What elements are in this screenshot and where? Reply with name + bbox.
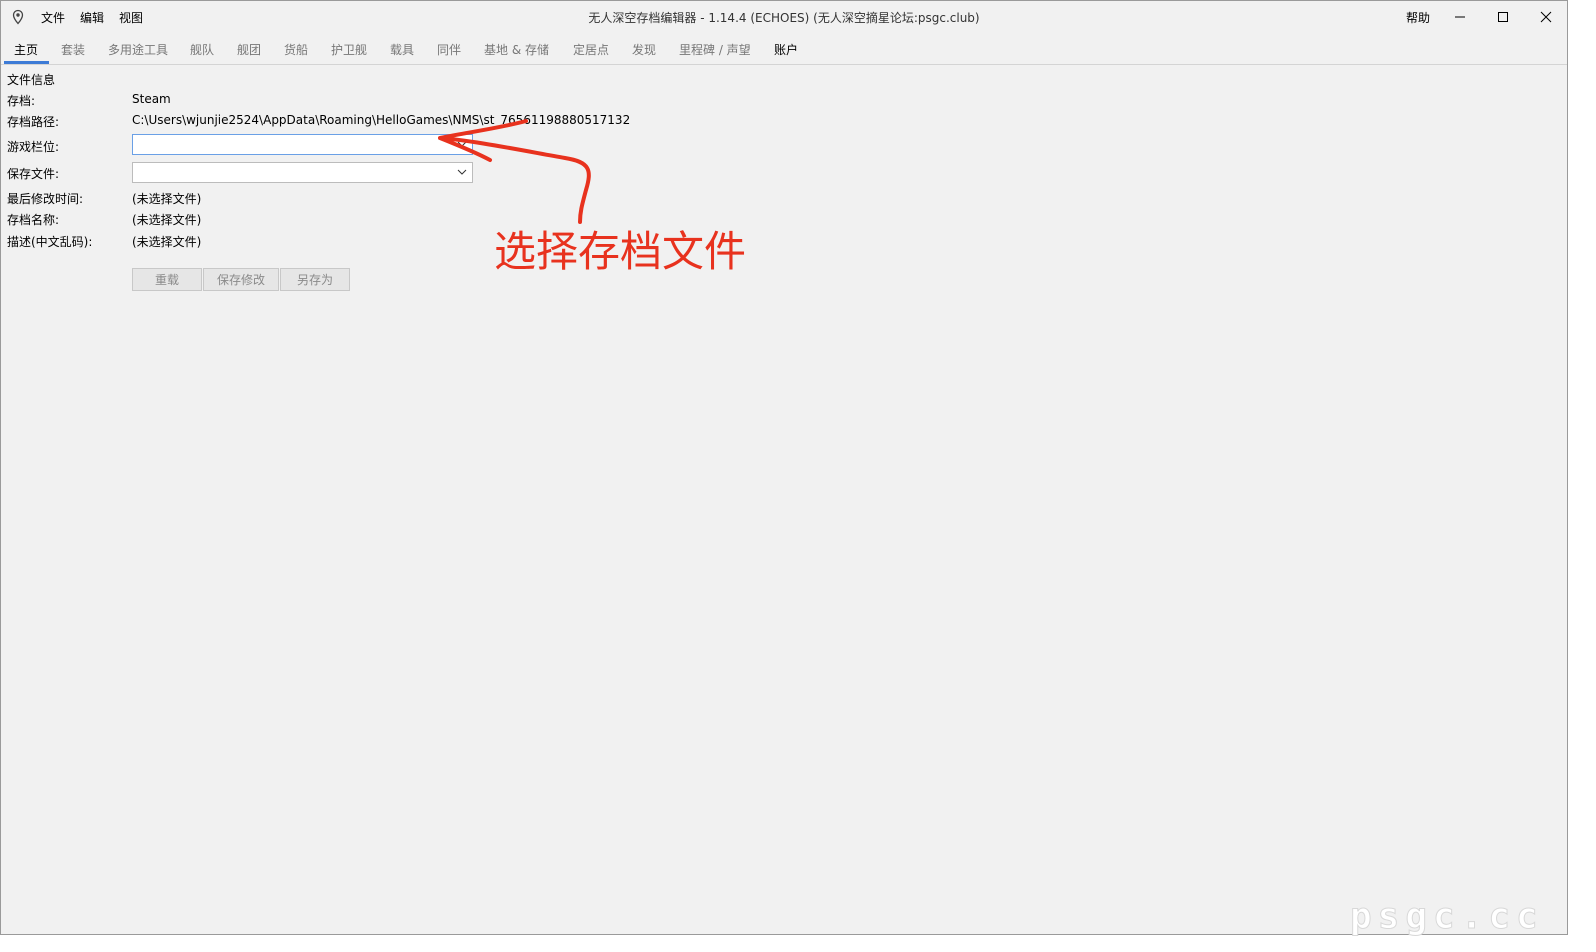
- save-label: 存档:: [7, 94, 36, 108]
- chevron-down-icon: [457, 169, 467, 175]
- tab-bar: 主页 套装 多用途工具 舰队 舰团 货船 护卫舰 载具 同伴 基地 & 存储 定…: [1, 33, 1567, 65]
- maximize-button[interactable]: [1481, 1, 1525, 33]
- slot-label: 游戏栏位:: [7, 140, 60, 154]
- annotation-label: 选择存档文件: [494, 227, 747, 276]
- slot-select[interactable]: [132, 134, 473, 155]
- save-as-button[interactable]: 另存为: [280, 268, 350, 291]
- window-title: 无人深空存档编辑器 - 1.14.4 (ECHOES) (无人深空摘星论坛:ps…: [588, 11, 980, 25]
- tab-squadron[interactable]: 舰团: [237, 41, 261, 58]
- chevron-down-icon: [457, 141, 467, 147]
- tab-vehicles[interactable]: 载具: [390, 41, 414, 58]
- save-value: Steam: [132, 92, 171, 106]
- tab-starships[interactable]: 舰队: [190, 41, 214, 58]
- tab-bases-storage[interactable]: 基地 & 存储: [484, 41, 549, 58]
- tab-companions[interactable]: 同伴: [437, 41, 461, 58]
- desc-value: (未选择文件): [132, 235, 202, 249]
- tab-milestones[interactable]: 里程碑 / 声望: [679, 41, 751, 58]
- section-title: 文件信息: [7, 73, 56, 87]
- name-label: 存档名称:: [7, 213, 60, 227]
- title-bar: 文件 编辑 视图 无人深空存档编辑器 - 1.14.4 (ECHOES) (无人…: [1, 1, 1567, 33]
- tab-settlements[interactable]: 定居点: [573, 41, 609, 58]
- savefile-select[interactable]: [132, 162, 473, 183]
- tab-multitool[interactable]: 多用途工具: [108, 41, 168, 58]
- path-label: 存档路径:: [7, 115, 60, 129]
- menu-help[interactable]: 帮助: [1406, 9, 1430, 26]
- desc-label: 描述(中文乱码):: [7, 235, 93, 249]
- tab-freighter[interactable]: 货船: [284, 41, 308, 58]
- tab-frigates[interactable]: 护卫舰: [331, 41, 367, 58]
- modified-value: (未选择文件): [132, 192, 202, 206]
- active-tab-indicator: [4, 61, 49, 64]
- watermark: psgc.cc: [1350, 896, 1544, 938]
- tab-discoveries[interactable]: 发现: [632, 41, 656, 58]
- minimize-icon: [1455, 16, 1465, 18]
- tab-account[interactable]: 账户: [774, 41, 798, 58]
- reload-button[interactable]: 重载: [132, 268, 202, 291]
- close-icon: [1540, 11, 1552, 23]
- save-changes-button[interactable]: 保存修改: [203, 268, 279, 291]
- minimize-button[interactable]: [1438, 1, 1482, 33]
- tab-exosuit[interactable]: 套装: [61, 41, 85, 58]
- app-window: 文件 编辑 视图 无人深空存档编辑器 - 1.14.4 (ECHOES) (无人…: [0, 0, 1568, 935]
- close-button[interactable]: [1524, 1, 1567, 33]
- path-value: C:\Users\wjunjie2524\AppData\Roaming\Hel…: [132, 113, 631, 127]
- tab-home[interactable]: 主页: [14, 41, 38, 58]
- maximize-icon: [1498, 12, 1508, 22]
- name-value: (未选择文件): [132, 213, 202, 227]
- savefile-label: 保存文件:: [7, 167, 60, 181]
- modified-label: 最后修改时间:: [7, 192, 84, 206]
